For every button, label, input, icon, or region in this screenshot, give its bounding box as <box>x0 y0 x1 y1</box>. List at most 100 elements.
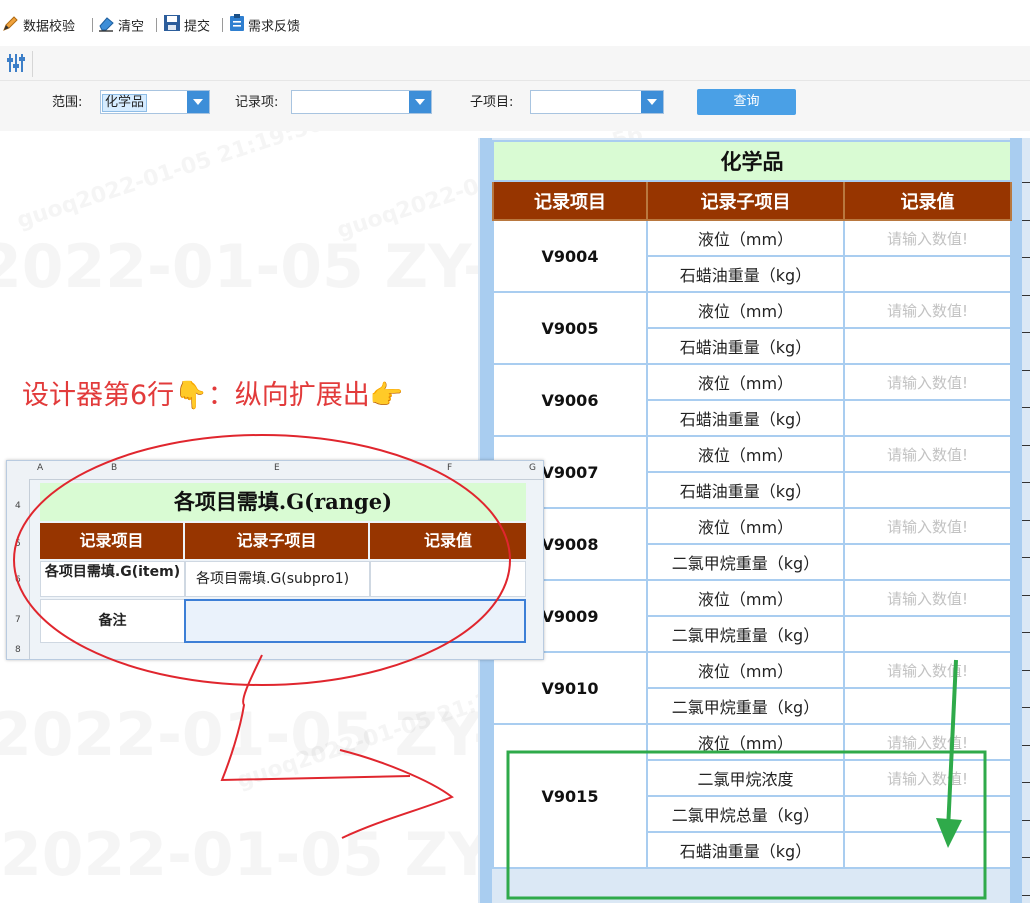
record-item-cell: V9015 <box>492 723 648 869</box>
designer-header-value: 记录值 <box>370 523 526 559</box>
submit-label: 提交 <box>184 19 211 35</box>
designer-row-6: 6 <box>15 575 21 585</box>
record-subitem-cell: 液位（mm） <box>646 435 845 473</box>
pencil-icon <box>2 14 20 40</box>
record-value-input[interactable] <box>842 399 1013 437</box>
record-item-cell: V9006 <box>492 363 648 437</box>
sub-label: 子项目: <box>470 95 514 110</box>
designer-remark-cell[interactable]: 备注 <box>40 599 185 643</box>
record-value-input[interactable]: 请输入数值! <box>842 759 1013 797</box>
designer-col-e: E <box>274 463 280 473</box>
filter-bar: 范围: 化学品 记录项: 子项目: 查询 <box>0 81 1030 131</box>
validate-button[interactable]: 数据校验 <box>2 14 75 36</box>
designer-col-a: A <box>37 463 44 473</box>
validate-label: 数据校验 <box>23 19 76 35</box>
record-subitem-cell: 液位（mm） <box>646 363 845 401</box>
toolbar: 数据校验 清空 提交 需求反馈 <box>0 0 1030 47</box>
designer-remark-value-cell[interactable] <box>184 599 526 643</box>
designer-subitem-cell[interactable]: 各项目需填.G(subpro1) <box>185 561 370 597</box>
header-record-item: 记录项目 <box>492 180 648 221</box>
record-item-cell: V9010 <box>492 651 648 725</box>
record-value-input[interactable] <box>842 615 1013 653</box>
record-subitem-cell: 二氯甲烷重量（kg） <box>646 543 845 581</box>
record-value-input[interactable] <box>842 543 1013 581</box>
range-select[interactable]: 化学品 <box>100 90 210 114</box>
record-subitem-cell: 二氯甲烷浓度 <box>646 759 845 797</box>
header-record-subitem: 记录子项目 <box>646 180 845 221</box>
record-select[interactable] <box>291 90 432 114</box>
sub-toolbar <box>0 46 1030 81</box>
range-value: 化学品 <box>102 94 148 112</box>
record-label: 记录项: <box>235 95 279 110</box>
record-item-cell: V9005 <box>492 291 648 365</box>
save-icon <box>163 14 181 40</box>
record-subitem-cell: 石蜡油重量（kg） <box>646 327 845 365</box>
chevron-down-icon[interactable] <box>641 91 663 113</box>
annotation-text: 设计器第6行👇：纵向扩展出👉 <box>22 380 404 411</box>
feedback-label: 需求反馈 <box>248 19 301 35</box>
designer-value-cell[interactable] <box>370 561 526 597</box>
record-subitem-cell: 液位（mm） <box>646 219 845 257</box>
red-arrow <box>220 654 454 839</box>
record-value-input[interactable] <box>842 471 1013 509</box>
record-subitem-cell: 液位（mm） <box>646 291 845 329</box>
adjacent-grid-lines <box>1022 138 1030 903</box>
range-label: 范围: <box>52 95 83 110</box>
sub-select[interactable] <box>530 90 664 114</box>
designer-title: 各项目需填.G(range) <box>40 483 526 521</box>
record-value-input[interactable]: 请输入数值! <box>842 507 1013 545</box>
record-subitem-cell: 液位（mm） <box>646 651 845 689</box>
designer-col-b: B <box>111 463 118 473</box>
submit-button[interactable]: 提交 <box>163 14 210 36</box>
designer-column-header: A B E F G <box>7 461 543 480</box>
record-value-input[interactable] <box>842 327 1013 365</box>
designer-row-7: 7 <box>15 615 21 625</box>
chevron-down-icon[interactable] <box>409 91 431 113</box>
record-value-input[interactable] <box>842 255 1013 293</box>
query-button[interactable]: 查询 <box>697 89 796 115</box>
record-value <box>293 94 297 110</box>
record-subitem-cell: 石蜡油重量（kg） <box>646 399 845 437</box>
designer-col-g: G <box>529 463 536 473</box>
designer-item-cell[interactable]: 各项目需填.G(item) <box>40 561 185 597</box>
clear-button[interactable]: 清空 <box>97 14 144 36</box>
record-value-input[interactable]: 请输入数值! <box>842 579 1013 617</box>
sub-value <box>532 94 536 110</box>
record-value-input[interactable] <box>842 687 1013 725</box>
record-value-input[interactable] <box>842 795 1013 833</box>
designer-row-header: 4 5 6 7 8 <box>7 479 30 659</box>
designer-row-4: 4 <box>15 501 21 511</box>
chevron-down-icon[interactable] <box>187 91 209 113</box>
clipboard-icon <box>229 14 245 40</box>
eraser-icon <box>97 14 115 40</box>
record-subitem-cell: 二氯甲烷总量（kg） <box>646 795 845 833</box>
record-subitem-cell: 二氯甲烷重量（kg） <box>646 687 845 725</box>
record-value-input[interactable]: 请输入数值! <box>842 219 1013 257</box>
header-record-value: 记录值 <box>842 180 1013 221</box>
record-value-input[interactable] <box>842 831 1013 869</box>
clear-label: 清空 <box>118 19 145 35</box>
designer-header-item: 记录项目 <box>40 523 183 559</box>
chemical-table: 化学品 记录项目 记录子项目 记录值 V9004 液位（mm） 请输入数值! 石蜡油重… <box>491 140 1013 869</box>
record-subitem-cell: 石蜡油重量（kg） <box>646 471 845 509</box>
table-title: 化学品 <box>491 140 1013 182</box>
designer-row-8: 8 <box>15 645 21 655</box>
designer-col-f: F <box>447 463 453 473</box>
record-item-cell: V9004 <box>492 219 648 293</box>
record-value-input[interactable]: 请输入数值! <box>842 651 1013 689</box>
designer-preview: A B E F G 4 5 6 7 8 各项目需填.G(range) 记录项目 … <box>6 460 544 660</box>
record-value-input[interactable]: 请输入数值! <box>842 435 1013 473</box>
record-value-input[interactable]: 请输入数值! <box>842 363 1013 401</box>
record-subitem-cell: 液位（mm） <box>646 723 845 761</box>
settings-sliders-icon[interactable] <box>4 51 33 77</box>
designer-row-5: 5 <box>15 539 21 549</box>
record-subitem-cell: 液位（mm） <box>646 579 845 617</box>
record-value-input[interactable]: 请输入数值! <box>842 291 1013 329</box>
record-subitem-cell: 二氯甲烷重量（kg） <box>646 615 845 653</box>
feedback-button[interactable]: 需求反馈 <box>229 14 300 36</box>
record-value-input[interactable]: 请输入数值! <box>842 723 1013 761</box>
record-subitem-cell: 石蜡油重量（kg） <box>646 831 845 869</box>
record-subitem-cell: 石蜡油重量（kg） <box>646 255 845 293</box>
designer-header-subitem: 记录子项目 <box>185 523 368 559</box>
record-subitem-cell: 液位（mm） <box>646 507 845 545</box>
